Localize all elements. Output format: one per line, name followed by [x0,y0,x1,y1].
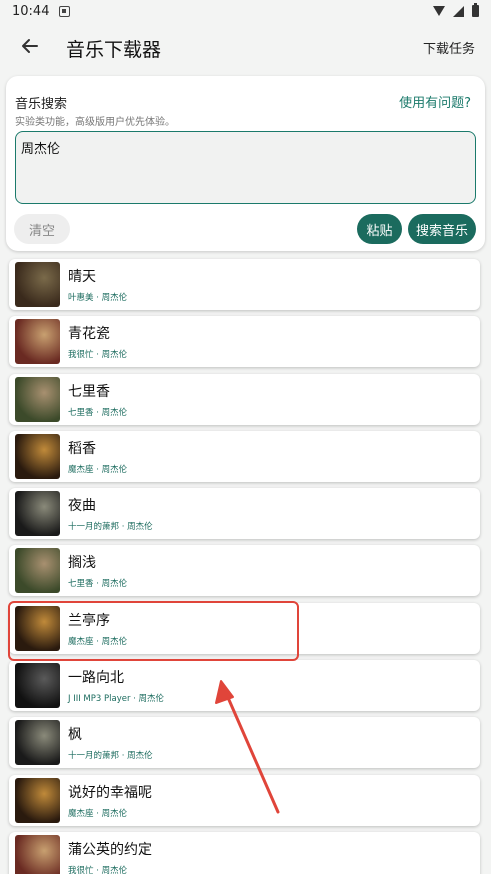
album-cover [15,376,60,422]
song-subtitle: 七里香 · 周杰伦 [68,579,128,590]
album-cover [15,720,60,766]
album-cover [15,433,60,479]
song-list: 晴天 叶惠美 · 周杰伦 青花瓷 我很忙 · 周杰伦 七里香 七里香 · 周杰伦 稻香 魔杰座… [9,259,480,874]
song-title: 枫 [68,727,82,744]
album-cover [15,491,60,537]
song-subtitle: 十一月的萧邦 · 周杰伦 [68,522,153,533]
search-title: 音乐搜索 [15,97,68,112]
song-subtitle: 魔杰座 · 周杰伦 [68,808,128,819]
help-link[interactable]: 使用有问题? [399,92,471,111]
clear-button[interactable]: 清空 [14,214,70,244]
song-title: 青花瓷 [68,326,110,343]
song-title: 说好的幸福呢 [68,784,152,801]
status-bar: 10:44 [0,0,491,22]
song-title: 蒲公英的约定 [68,841,152,858]
signal-icon [453,5,464,17]
song-title: 一路向北 [68,670,124,687]
app-bar: 音乐下载器 下载任务 [0,22,491,70]
song-item[interactable]: 七里香七里香 · 周杰伦 [9,373,480,425]
song-item[interactable]: 青花瓷我很忙 · 周杰伦 [9,316,480,368]
album-cover [15,262,60,307]
back-arrow-icon[interactable] [20,36,40,56]
album-cover [15,834,60,874]
search-input[interactable]: 周杰伦 [15,131,476,204]
song-title: 晴天 [68,269,96,285]
status-time: 10:44 [12,3,50,19]
song-title: 夜曲 [68,498,96,515]
paste-button[interactable]: 粘贴 [357,214,402,244]
song-item[interactable]: 晴天叶惠美 · 周杰伦 [9,259,480,310]
song-subtitle: 叶惠美 · 周杰伦 [68,293,128,303]
song-subtitle: 我很忙 · 周杰伦 [68,865,128,874]
song-subtitle: J III MP3 Player · 周杰伦 [68,694,165,705]
song-item[interactable]: 蒲公英的约定我很忙 · 周杰伦 [9,831,480,874]
song-title: 搁浅 [68,555,96,572]
notification-icon [59,5,71,17]
page-title: 音乐下载器 [66,39,162,61]
album-cover [15,663,60,709]
battery-icon [472,3,479,17]
song-item[interactable]: 夜曲十一月的萧邦 · 周杰伦 [9,488,480,540]
album-cover [15,777,60,823]
annotation-highlight-box [8,601,299,661]
album-cover [15,548,60,594]
search-card: 音乐搜索 使用有问题? 实验类功能，高级版用户优先体验。 周杰伦 清空 粘贴 搜… [6,76,485,251]
song-subtitle: 我很忙 · 周杰伦 [68,350,128,361]
song-subtitle: 魔杰座 · 周杰伦 [68,464,128,475]
song-title: 稻香 [68,440,96,457]
status-icons [433,3,479,17]
song-subtitle: 十一月的萧邦 · 周杰伦 [68,751,153,762]
search-music-button[interactable]: 搜索音乐 [408,214,476,244]
download-tasks-button[interactable]: 下载任务 [423,38,475,57]
song-item[interactable]: 稻香魔杰座 · 周杰伦 [9,430,480,482]
song-item[interactable]: 一路向北 J III MP3 Player · 周杰伦 [9,660,480,712]
song-subtitle: 七里香 · 周杰伦 [68,407,128,418]
wifi-icon [433,6,445,16]
song-item[interactable]: 搁浅七里香 · 周杰伦 [9,545,480,597]
album-cover [15,319,60,365]
song-title: 七里香 [68,383,110,400]
song-item[interactable]: 枫十一月的萧邦 · 周杰伦 [9,717,480,769]
song-item[interactable]: 说好的幸福呢魔杰座 · 周杰伦 [9,774,480,826]
search-subtitle: 实验类功能，高级版用户优先体验。 [15,117,175,128]
